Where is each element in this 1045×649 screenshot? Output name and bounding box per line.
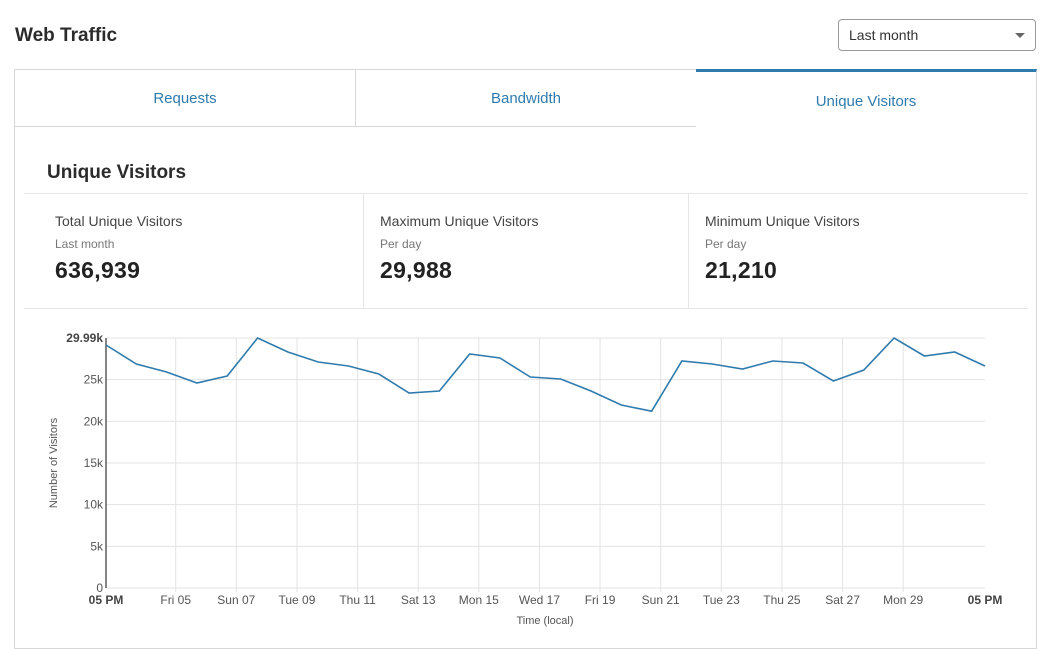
series-line-unique-visitors: [105, 336, 986, 413]
visitors-line-chart: 05k10k15k20k25k29.99k 05 PM Fri 05 Sun 07 T…: [48, 331, 1003, 627]
y-tick-label: 10k: [84, 498, 104, 512]
x-tick-label: Wed 17: [519, 593, 560, 607]
stat-value: 636,939: [55, 257, 141, 283]
x-tick-label: Sat 13: [401, 593, 436, 607]
stat-sublabel: Per day: [380, 237, 422, 251]
section-title: Unique Visitors: [47, 162, 187, 183]
y-axis-ticks: 05k10k15k20k25k29.99k: [66, 331, 104, 595]
x-tick-label: Tue 23: [703, 593, 740, 607]
x-tick-label: Sun 07: [217, 593, 255, 607]
y-tick-label: 15k: [84, 456, 104, 470]
chevron-down-icon: [1015, 32, 1025, 38]
x-tick-label: Mon 15: [459, 593, 499, 607]
stat-label: Minimum Unique Visitors: [705, 213, 860, 229]
x-tick-label: Thu 25: [763, 593, 801, 607]
time-range-select[interactable]: Last month: [838, 19, 1036, 51]
y-tick-label: 29.99k: [66, 331, 103, 345]
x-gridlines: [175, 338, 904, 592]
x-tick-label: Thu 11: [339, 593, 376, 607]
x-axis-ticks: 05 PM Fri 05 Sun 07 Tue 09 Thu 11 Sat 13 Mon 1…: [89, 593, 1003, 607]
y-tick-label: 25k: [84, 373, 104, 387]
y-tick-label: 20k: [84, 414, 104, 428]
y-gridlines: [106, 337, 985, 589]
tab-bar: Requests Bandwidth Unique Visitors: [14, 69, 1037, 129]
stat-total: Total Unique Visitors Last month 636,939: [24, 194, 363, 308]
tab-bandwidth[interactable]: Bandwidth: [355, 69, 697, 127]
stat-label: Maximum Unique Visitors: [380, 213, 539, 229]
stat-maximum: Maximum Unique Visitors Per day 29,988: [363, 194, 688, 308]
time-range-value: Last month: [849, 27, 919, 43]
x-tick-label: Mon 29: [883, 593, 923, 607]
page-title: Web Traffic: [15, 25, 118, 46]
x-tick-label: 05 PM: [89, 593, 124, 607]
tab-unique-visitors[interactable]: Unique Visitors: [696, 69, 1037, 129]
x-tick-label: Fri 05: [160, 593, 191, 607]
stat-sublabel: Per day: [705, 237, 747, 251]
stat-minimum: Minimum Unique Visitors Per day 21,210: [688, 194, 1028, 308]
stat-value: 29,988: [380, 257, 453, 283]
stat-label: Total Unique Visitors: [55, 213, 183, 229]
tab-requests[interactable]: Requests: [14, 69, 356, 127]
stat-value: 21,210: [705, 257, 778, 283]
y-axis-label: Number of Visitors: [48, 417, 60, 508]
x-axis-label: Time (local): [516, 615, 573, 627]
stats-row: Total Unique Visitors Last month 636,939…: [24, 193, 1028, 309]
x-tick-label: Tue 09: [278, 593, 315, 607]
x-tick-label: Sat 27: [825, 593, 860, 607]
stat-sublabel: Last month: [55, 237, 115, 251]
x-tick-label: 05 PM: [968, 593, 1003, 607]
y-tick-label: 5k: [90, 539, 104, 553]
x-tick-label: Sun 21: [642, 593, 680, 607]
x-tick-label: Fri 19: [585, 593, 616, 607]
